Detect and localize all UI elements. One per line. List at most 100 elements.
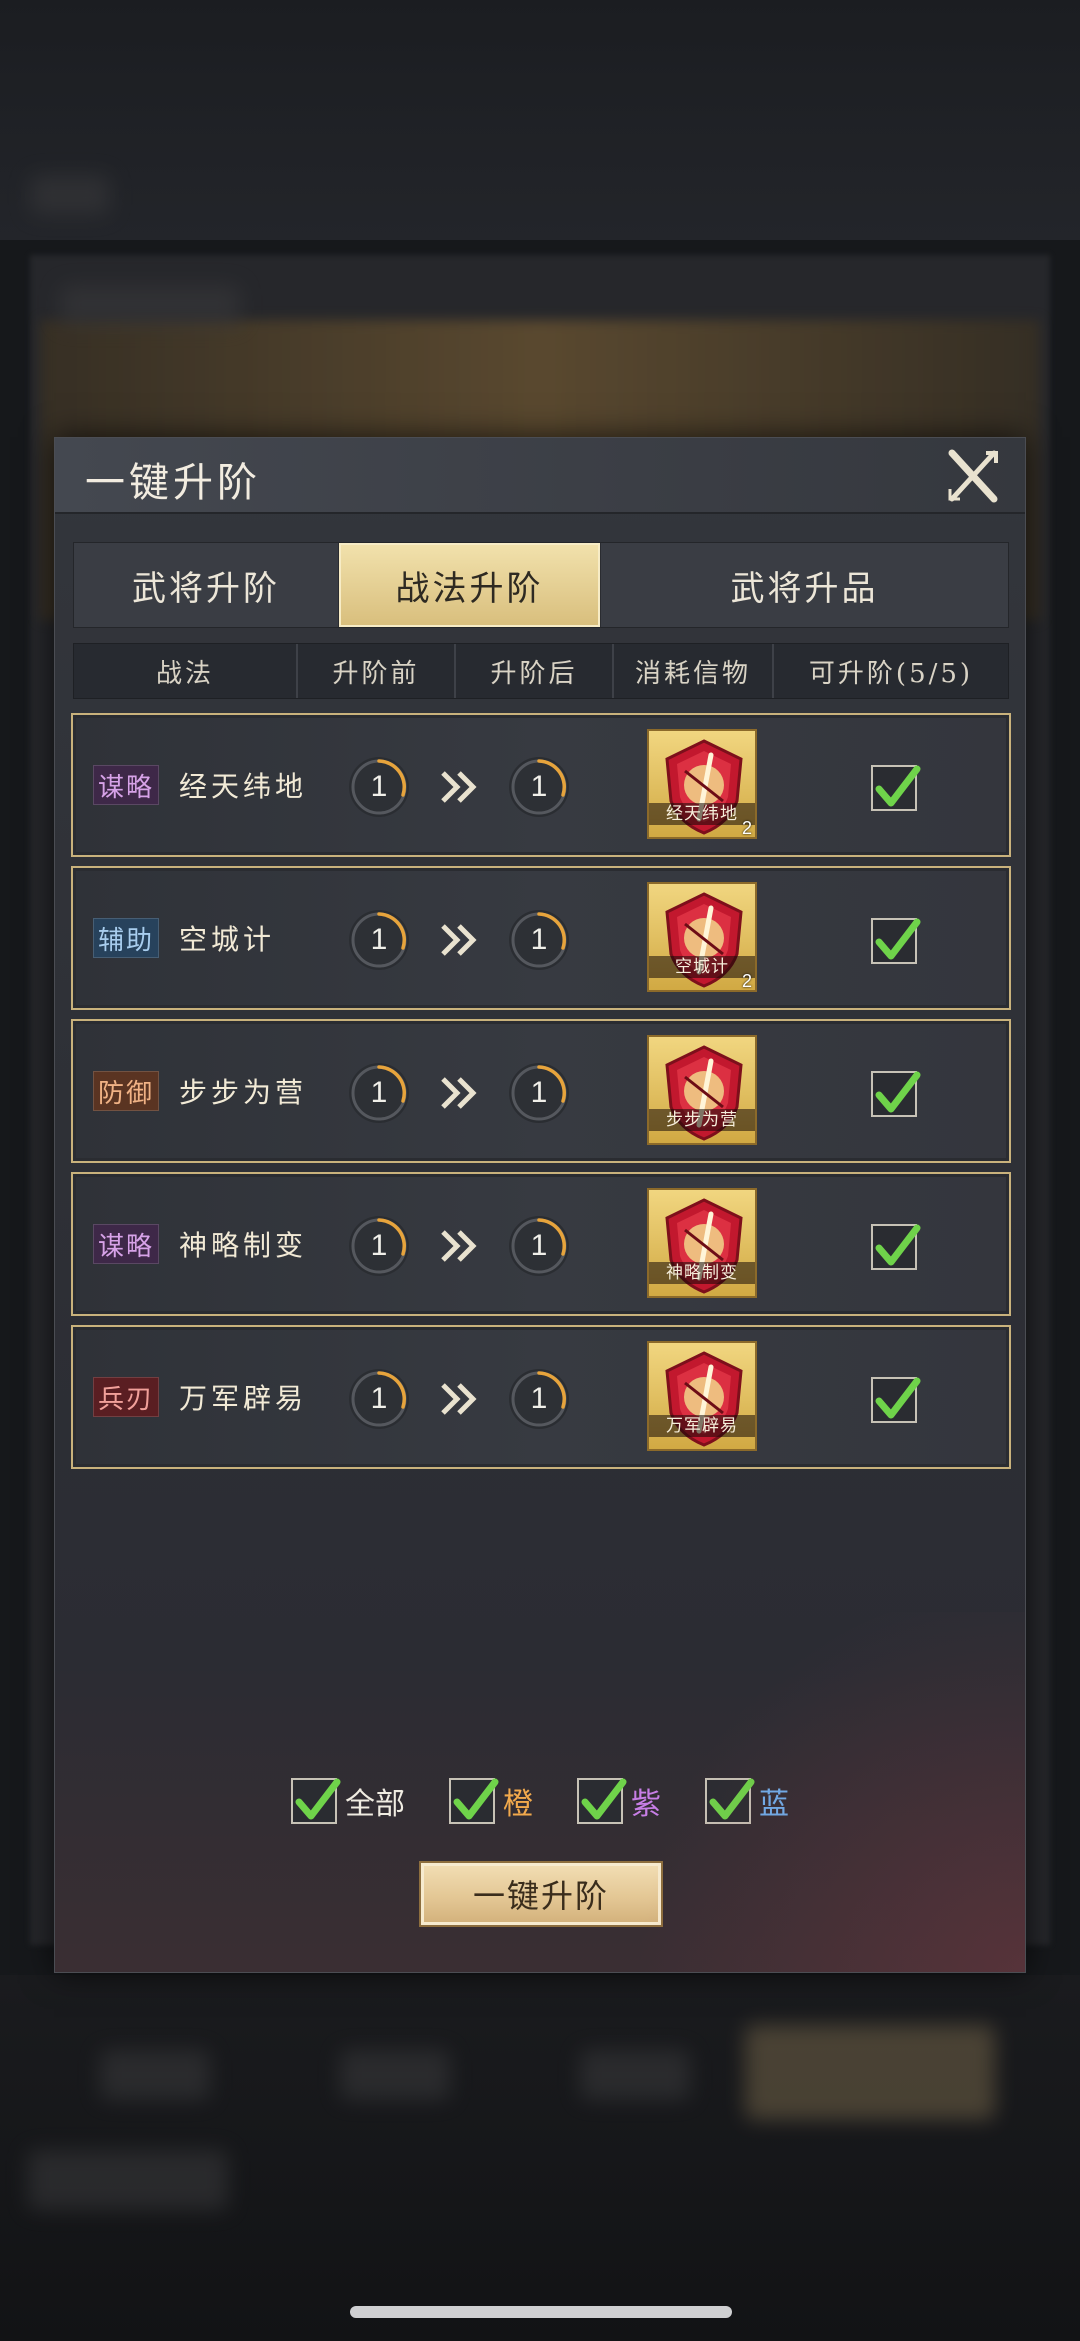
token-item-label: 经天纬地 <box>649 803 755 825</box>
upgrade-checkbox[interactable] <box>871 765 921 811</box>
tactic-name: 经天纬地 <box>179 770 308 803</box>
upgrade-arrow <box>439 1379 483 1419</box>
checkmark-icon <box>875 1224 921 1266</box>
token-item[interactable]: 经天纬地 2 <box>647 729 757 839</box>
home-indicator <box>350 2306 732 2318</box>
background-blur-element <box>100 2050 210 2100</box>
double-chevron-right-icon <box>441 1230 477 1262</box>
tactic-name: 空城计 <box>179 923 276 956</box>
upgrade-arrow <box>439 1226 483 1266</box>
filter-option[interactable]: 紫 <box>577 1773 661 1829</box>
level-after: 1 <box>530 770 548 803</box>
level-before: 1 <box>370 1229 388 1262</box>
level-after: 1 <box>530 923 548 956</box>
filter-label: 橙 <box>503 1787 533 1822</box>
upgrade-checkbox[interactable] <box>871 1071 921 1117</box>
close-button[interactable] <box>943 446 1003 506</box>
checkmark-icon <box>875 1377 921 1419</box>
double-chevron-right-icon <box>441 1077 477 1109</box>
checkmark-icon <box>581 1778 627 1820</box>
filter-checkbox[interactable] <box>577 1778 627 1824</box>
upgrade-arrow <box>439 920 483 960</box>
tab-general-quality[interactable]: 武将升品 <box>601 543 1008 627</box>
filter-option[interactable]: 橙 <box>449 1773 533 1829</box>
level-after: 1 <box>530 1229 548 1262</box>
dialog-title: 一键升阶 <box>85 460 261 506</box>
filter-label: 蓝 <box>759 1787 789 1822</box>
level-before-ring: 1 <box>349 757 409 817</box>
token-item[interactable]: 万军辟易 <box>647 1341 757 1451</box>
table-header: 战法 升阶前 升阶后 消耗信物 可升阶(5/5) <box>73 643 1009 699</box>
upgrade-checkbox[interactable] <box>871 918 921 964</box>
table-row[interactable]: 谋略 经天纬地 1 1 经天纬地 2 <box>71 713 1011 857</box>
upgrade-arrow <box>439 767 483 807</box>
filter-checkbox[interactable] <box>705 1778 755 1824</box>
header-after: 升阶后 <box>456 644 614 698</box>
dialog-titlebar: 一键升阶 <box>55 438 1025 514</box>
level-after: 1 <box>530 1076 548 1109</box>
checkmark-icon <box>875 1071 921 1113</box>
table-row[interactable]: 辅助 空城计 1 1 空城计 2 <box>71 866 1011 1010</box>
level-after: 1 <box>530 1382 548 1415</box>
tab-general-upgrade[interactable]: 武将升阶 <box>74 543 339 627</box>
upgrade-dialog: 一键升阶 武将升阶 战法升阶 武将升品 战法 升阶前 升阶后 消耗信物 可升阶(… <box>54 437 1026 1973</box>
level-after-ring: 1 <box>509 1063 569 1123</box>
level-before-ring: 1 <box>349 1369 409 1429</box>
upgrade-checkbox[interactable] <box>871 1224 921 1270</box>
header-before: 升阶前 <box>298 644 456 698</box>
tactic-type-badge: 谋略 <box>93 765 160 805</box>
background-top <box>0 0 1080 240</box>
background-blur-element <box>60 285 240 325</box>
token-item-count: 2 <box>741 971 752 991</box>
level-after-ring: 1 <box>509 757 569 817</box>
background-blur-element <box>340 2050 450 2100</box>
tactic-type-badge: 辅助 <box>93 918 160 958</box>
level-after-ring: 1 <box>509 1216 569 1276</box>
level-before-ring: 1 <box>349 1063 409 1123</box>
table-row[interactable]: 兵刃 万军辟易 1 1 万军辟易 <box>71 1325 1011 1469</box>
level-before: 1 <box>370 923 388 956</box>
token-item[interactable]: 神略制变 <box>647 1188 757 1298</box>
tactic-name: 神略制变 <box>179 1229 308 1262</box>
checkmark-icon <box>875 918 921 960</box>
level-before: 1 <box>370 1076 388 1109</box>
table-row[interactable]: 谋略 神略制变 1 1 神略制变 <box>71 1172 1011 1316</box>
background-blur-element <box>30 175 110 215</box>
header-cost: 消耗信物 <box>614 644 774 698</box>
token-item-label: 神略制变 <box>649 1262 755 1284</box>
table-row[interactable]: 防御 步步为营 1 1 步步为营 <box>71 1019 1011 1163</box>
background-blur-element <box>28 2150 228 2210</box>
token-item[interactable]: 步步为营 <box>647 1035 757 1145</box>
checkmark-icon <box>453 1778 499 1820</box>
double-chevron-right-icon <box>441 1383 477 1415</box>
filter-label: 全部 <box>345 1787 405 1822</box>
header-tactic: 战法 <box>74 644 298 698</box>
one-click-upgrade-button[interactable]: 一键升阶 <box>419 1861 663 1927</box>
level-before-ring: 1 <box>349 1216 409 1276</box>
token-item-label: 空城计 <box>649 956 755 978</box>
tactic-type-badge: 谋略 <box>93 1224 160 1264</box>
tab-bar: 武将升阶 战法升阶 武将升品 <box>73 542 1009 628</box>
filter-checkbox[interactable] <box>449 1778 499 1824</box>
checkmark-icon <box>875 765 921 807</box>
tactic-type-badge: 防御 <box>93 1071 160 1111</box>
double-chevron-right-icon <box>441 771 477 803</box>
tactic-type-badge: 兵刃 <box>93 1377 160 1417</box>
filter-option[interactable]: 全部 <box>291 1773 405 1829</box>
level-before: 1 <box>370 1382 388 1415</box>
token-item-count: 2 <box>741 818 752 838</box>
tab-tactic-upgrade[interactable]: 战法升阶 <box>339 543 601 627</box>
checkmark-icon <box>295 1778 341 1820</box>
filter-checkbox[interactable] <box>291 1778 341 1824</box>
token-item[interactable]: 空城计 2 <box>647 882 757 992</box>
tactic-name: 步步为营 <box>179 1076 308 1109</box>
filter-bar: 全部 橙 紫 蓝 <box>55 1773 1025 1829</box>
upgrade-arrow <box>439 1073 483 1113</box>
double-chevron-right-icon <box>441 924 477 956</box>
upgrade-checkbox[interactable] <box>871 1377 921 1423</box>
filter-option[interactable]: 蓝 <box>705 1773 789 1829</box>
header-upgradable: 可升阶(5/5) <box>808 658 974 689</box>
tactic-list: 谋略 经天纬地 1 1 经天纬地 2 辅助 空城计 1 1 空城计 2 防御 步步为营 1 1 步步为营 谋略 神略… <box>71 713 1011 1478</box>
tactic-name: 万军辟易 <box>179 1382 308 1415</box>
background-blur-element <box>745 2025 995 2120</box>
